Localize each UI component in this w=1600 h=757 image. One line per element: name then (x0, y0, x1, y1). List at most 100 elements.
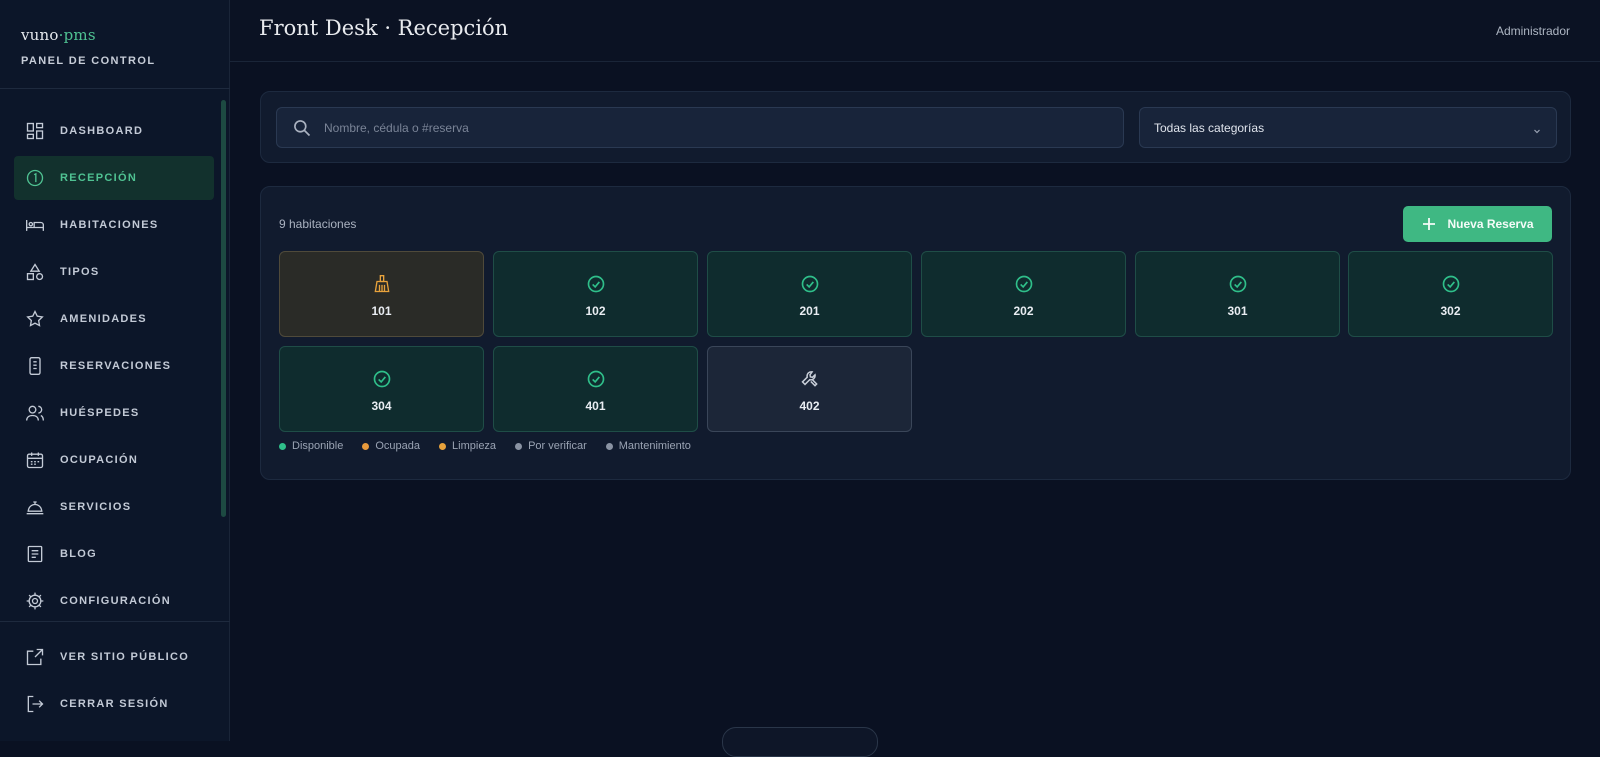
sidebar: vuno·pms PANEL DE CONTROL DASHBOARD RECE… (0, 0, 230, 741)
brand-logo[interactable]: vuno·pms (21, 26, 155, 44)
room-card[interactable]: 102 (493, 251, 698, 337)
sidebar-divider (0, 621, 230, 622)
check-circle-icon (372, 369, 392, 389)
sidebar-item-label: CONFIGURACIÓN (60, 595, 172, 607)
sidebar-item-occupancy[interactable]: OCUPACIÓN (14, 438, 214, 482)
sidebar-scrollbar[interactable] (221, 96, 226, 616)
external-link-icon (24, 646, 46, 668)
sidebar-item-label: TIPOS (60, 266, 100, 278)
room-card[interactable]: 101 (279, 251, 484, 337)
legend-item-maintenance: Mantenimiento (605, 440, 691, 452)
room-card[interactable]: 304 (279, 346, 484, 432)
page-header: Front Desk · Recepción Administrador (230, 0, 1600, 62)
check-circle-icon (1228, 274, 1248, 294)
sidebar-item-services[interactable]: SERVICIOS (14, 485, 214, 529)
room-card[interactable]: 402 (707, 346, 912, 432)
sidebar-item-public-site[interactable]: VER SITIO PÚBLICO (14, 635, 214, 679)
sidebar-item-rooms[interactable]: HABITACIONES (14, 203, 214, 247)
guests-icon (24, 402, 46, 424)
gear-icon (24, 590, 46, 612)
sidebar-item-label: SERVICIOS (60, 501, 132, 513)
sidebar-item-label: BLOG (60, 548, 97, 560)
category-select-value: Todas las categorías (1154, 120, 1265, 135)
floating-toolbar[interactable] (722, 727, 878, 757)
sidebar-item-label: HABITACIONES (60, 219, 159, 231)
legend-dot (362, 442, 370, 450)
room-number: 102 (585, 304, 606, 318)
broom-icon (372, 274, 392, 294)
search-panel: Todas las categorías (260, 91, 1571, 163)
search-input[interactable] (322, 119, 1123, 136)
legend-label: Limpieza (452, 440, 497, 452)
chevron-down-icon (1532, 123, 1542, 133)
shapes-icon (24, 261, 46, 283)
room-card[interactable]: 202 (921, 251, 1126, 337)
legend-item-occupied: Ocupada (362, 440, 420, 452)
check-circle-icon (586, 274, 606, 294)
check-circle-icon (1014, 274, 1034, 294)
room-number: 304 (371, 399, 392, 413)
status-legend: Disponible Ocupada Limpieza Por verifica… (279, 440, 710, 452)
page-title: Front Desk · Recepción (259, 16, 509, 40)
legend-dot (439, 442, 447, 450)
sidebar-scrollbar-thumb[interactable] (221, 100, 226, 517)
sidebar-item-types[interactable]: TIPOS (14, 250, 214, 294)
sidebar-item-label: CERRAR SESIÓN (60, 698, 169, 710)
sidebar-item-guests[interactable]: HUÉSPEDES (14, 391, 214, 435)
wrench-icon (800, 369, 820, 389)
room-number: 401 (585, 399, 606, 413)
sidebar-nav: DASHBOARD RECEPCIÓN HABITACIONES TIPOS A… (14, 109, 214, 626)
reception-icon (24, 167, 46, 189)
bed-icon (24, 214, 46, 236)
room-number: 302 (1440, 304, 1461, 318)
room-number: 402 (799, 399, 820, 413)
sidebar-bottom-nav: VER SITIO PÚBLICO CERRAR SESIÓN (14, 635, 214, 729)
room-number: 201 (799, 304, 820, 318)
brand-suffix: pms (63, 26, 96, 44)
legend-item-available: Disponible (279, 440, 343, 452)
sidebar-item-label: AMENIDADES (60, 313, 147, 325)
legend-label: Por verificar (528, 440, 587, 452)
legend-dot (279, 442, 286, 450)
service-bell-icon (24, 496, 46, 518)
legend-dot (515, 442, 523, 450)
sidebar-item-blog[interactable]: BLOG (14, 532, 214, 576)
brand-name: vuno (21, 26, 59, 44)
sidebar-item-label: OCUPACIÓN (60, 454, 139, 466)
search-box[interactable] (276, 107, 1124, 148)
brand: vuno·pms PANEL DE CONTROL (21, 26, 155, 67)
sidebar-item-reception[interactable]: RECEPCIÓN (14, 156, 214, 200)
sidebar-item-label: VER SITIO PÚBLICO (60, 651, 190, 663)
new-reservation-label: Nueva Reserva (1447, 217, 1534, 231)
sidebar-item-reservations[interactable]: RESERVACIONES (14, 344, 214, 388)
check-circle-icon (800, 274, 820, 294)
room-card[interactable]: 302 (1348, 251, 1553, 337)
legend-dot (605, 442, 613, 450)
plus-icon (1421, 216, 1437, 232)
brand-subtitle: PANEL DE CONTROL (21, 55, 156, 67)
category-select[interactable]: Todas las categorías (1139, 107, 1557, 148)
room-number: 301 (1227, 304, 1248, 318)
sidebar-item-amenities[interactable]: AMENIDADES (14, 297, 214, 341)
sidebar-item-label: RESERVACIONES (60, 360, 172, 372)
dashboard-icon (24, 120, 46, 142)
sidebar-item-settings[interactable]: CONFIGURACIÓN (14, 579, 214, 623)
legend-item-cleaning: Limpieza (439, 440, 496, 452)
calendar-icon (24, 449, 46, 471)
legend-item-to-verify: Por verificar (515, 440, 587, 452)
room-number: 101 (371, 304, 392, 318)
sidebar-item-label: DASHBOARD (60, 125, 144, 137)
blog-icon (24, 543, 46, 565)
user-menu[interactable]: Administrador (1496, 24, 1570, 38)
room-card[interactable]: 201 (707, 251, 912, 337)
room-card[interactable]: 401 (493, 346, 698, 432)
legend-label: Ocupada (375, 440, 421, 452)
sidebar-divider (0, 88, 230, 89)
sidebar-item-logout[interactable]: CERRAR SESIÓN (14, 682, 214, 726)
sidebar-item-dashboard[interactable]: DASHBOARD (14, 109, 214, 153)
room-card[interactable]: 301 (1135, 251, 1340, 337)
logout-icon (24, 693, 46, 715)
new-reservation-button[interactable]: Nueva Reserva (1403, 206, 1552, 242)
search-icon (292, 118, 312, 138)
room-number: 202 (1013, 304, 1034, 318)
